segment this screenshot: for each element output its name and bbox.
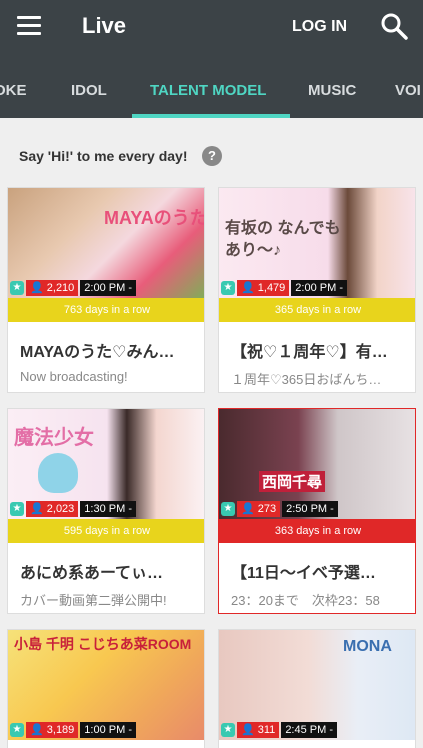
- viewer-count: 👤 2,210: [26, 280, 79, 296]
- stream-card[interactable]: 魔法少女 ★ 👤 2,023 1:30 PM - 595 days in a r…: [7, 408, 205, 614]
- viewer-count: 👤 1,479: [237, 280, 290, 296]
- help-icon[interactable]: ?: [202, 146, 222, 166]
- stream-subtitle: 23：20まで 次枠23：58: [231, 593, 380, 608]
- start-time: 1:00 PM -: [80, 722, 136, 738]
- viewer-count: 👤 273: [237, 501, 281, 517]
- tab-talent-model[interactable]: TALENT MODEL: [150, 82, 266, 99]
- stream-badges: ★ 👤 273 2:50 PM -: [221, 501, 338, 517]
- streak-banner: 365 days in a row: [219, 298, 415, 322]
- stream-badges: ★ 👤 311 2:45 PM -: [221, 722, 337, 738]
- thumbnail-caption: 西岡千尋: [259, 471, 326, 492]
- star-icon: ★: [10, 723, 24, 737]
- stream-card[interactable]: 小島 千明 こじちあ菜ROOM ★ 👤 3,189 1:00 PM -: [7, 629, 205, 748]
- app-title: Live: [82, 13, 127, 38]
- star-icon: ★: [221, 281, 235, 295]
- start-time: 2:45 PM -: [281, 722, 337, 738]
- tab-music[interactable]: MUSIC: [308, 82, 356, 99]
- stream-card[interactable]: 西岡千尋 ★ 👤 273 2:50 PM - 363 days in a row…: [218, 408, 416, 614]
- streak-banner: 763 days in a row: [8, 298, 204, 322]
- stream-subtitle: カバー動画第二弾公開中!: [20, 593, 167, 608]
- stream-title: あにめ系あーてぃ…: [20, 565, 164, 582]
- stream-card[interactable]: MAYAのうた ★ 👤 2,210 2:00 PM - 763 days in …: [7, 187, 205, 393]
- streak-banner: 363 days in a row: [219, 519, 415, 543]
- star-icon: ★: [221, 502, 235, 516]
- stream-subtitle: １周年♡365日おばんち…: [231, 372, 382, 387]
- stream-card[interactable]: MONA ★ 👤 311 2:45 PM -: [218, 629, 416, 748]
- stream-badges: ★ 👤 3,189 1:00 PM -: [10, 722, 136, 738]
- viewer-count: 👤 3,189: [26, 722, 79, 738]
- stream-badges: ★ 👤 1,479 2:00 PM -: [221, 280, 347, 296]
- thumbnail-caption: 小島 千明 こじちあ菜ROOM: [14, 636, 192, 652]
- tab-idol[interactable]: IDOL: [71, 82, 107, 99]
- stream-title: MAYAのうた♡みん…: [20, 344, 175, 361]
- menu-icon[interactable]: [17, 16, 41, 36]
- stream-title: 【祝♡１周年♡】有…: [231, 344, 388, 361]
- octopus-illustration: [38, 453, 78, 493]
- thumbnail-caption: MONA: [343, 638, 392, 655]
- stream-badges: ★ 👤 2,023 1:30 PM -: [10, 501, 136, 517]
- tab-indicator: [132, 114, 290, 118]
- star-icon: ★: [10, 502, 24, 516]
- search-icon[interactable]: [380, 12, 408, 40]
- thumbnail-caption: 有坂の なんでもあり〜♪: [225, 220, 341, 259]
- tab-voice[interactable]: VOI: [395, 82, 421, 99]
- viewer-count: 👤 2,023: [26, 501, 79, 517]
- login-button[interactable]: LOG IN: [292, 18, 347, 36]
- viewer-count: 👤 311: [237, 722, 280, 738]
- star-icon: ★: [221, 723, 235, 737]
- start-time: 2:00 PM -: [80, 280, 136, 296]
- start-time: 2:00 PM -: [291, 280, 347, 296]
- thumbnail-caption: MAYAのうた: [104, 208, 205, 228]
- tab-karaoke[interactable]: OKE: [0, 82, 27, 99]
- app-bar: Live LOG IN: [0, 0, 423, 56]
- stream-subtitle: Now broadcasting!: [20, 369, 128, 384]
- start-time: 1:30 PM -: [80, 501, 136, 517]
- stream-badges: ★ 👤 2,210 2:00 PM -: [10, 280, 136, 296]
- thumbnail-caption: 魔法少女: [14, 427, 94, 449]
- section-title: Say 'Hi!' to me every day!: [19, 148, 188, 164]
- stream-card[interactable]: 有坂の なんでもあり〜♪ ★ 👤 1,479 2:00 PM - 365 day…: [218, 187, 416, 393]
- start-time: 2:50 PM -: [282, 501, 338, 517]
- stream-title: 【11日〜イベ予選…: [231, 565, 376, 582]
- category-tabs: OKE IDOL TALENT MODEL MUSIC VOI: [0, 56, 423, 118]
- streak-banner: 595 days in a row: [8, 519, 204, 543]
- star-icon: ★: [10, 281, 24, 295]
